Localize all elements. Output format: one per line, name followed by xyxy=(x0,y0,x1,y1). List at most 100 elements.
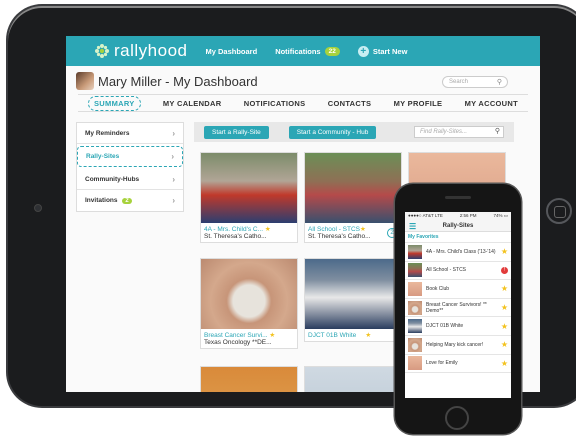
list-item[interactable]: Breast Cancer Survivors! ** Demo** ★ xyxy=(405,299,511,318)
chevron-right-icon: › xyxy=(171,152,174,161)
tab-my-calendar[interactable]: MY CALENDAR xyxy=(163,99,222,108)
tab-notifications[interactable]: NOTIFICATIONS xyxy=(244,99,306,108)
rally-site-photo xyxy=(305,367,401,392)
rally-site-thumbnail xyxy=(408,319,422,334)
tab-contacts[interactable]: CONTACTS xyxy=(328,99,372,108)
rally-site-card[interactable]: All School - STCS★ St. Theresa's Catho..… xyxy=(304,152,402,243)
rally-site-thumbnail xyxy=(408,356,422,371)
avatar[interactable] xyxy=(76,72,94,90)
list-item-label: Breast Cancer Survivors! ** Demo** xyxy=(426,301,487,314)
rally-site-photo xyxy=(201,153,297,223)
list-item-label: Book Club xyxy=(426,285,450,292)
list-item[interactable]: All School - STCS ! xyxy=(405,262,511,281)
alert-badge-icon[interactable]: ! xyxy=(501,266,508,274)
sidebar-item-label: Community-Hubs xyxy=(85,175,140,183)
logo-flower-icon xyxy=(95,44,109,58)
sidebar-item-my-reminders[interactable]: My Reminders › xyxy=(77,123,183,144)
sidebar-item-invitations[interactable]: Invitations 2 › xyxy=(77,190,183,211)
carrier-label: ●●●●○ AT&T LTE xyxy=(408,213,443,218)
favorite-star-icon[interactable]: ★ xyxy=(269,332,275,339)
favorite-star-icon[interactable]: ★ xyxy=(501,340,508,349)
start-community-hub-button[interactable]: Start a Community - Hub xyxy=(288,125,377,139)
favorite-star-icon[interactable]: ★ xyxy=(501,303,508,312)
top-navigation-bar: rallyhood My Dashboard Notifications 22 … xyxy=(66,36,540,66)
start-new-label: Start New xyxy=(372,46,408,56)
list-item[interactable]: Helping Mary kick cancer! ★ xyxy=(405,336,511,355)
chevron-right-icon: › xyxy=(172,128,175,138)
my-dashboard-link[interactable]: My Dashboard xyxy=(206,47,258,56)
favorite-star-icon[interactable]: ★ xyxy=(265,226,271,233)
rally-site-card[interactable]: DJCT 01B White ★ xyxy=(304,258,402,342)
phone-home-button xyxy=(445,406,469,430)
dashboard-tabs: SUMMARY MY CALENDAR NOTIFICATIONS CONTAC… xyxy=(78,94,528,112)
list-item[interactable]: Book Club ★ xyxy=(405,280,511,299)
logo-wordmark: rallyhood xyxy=(114,41,188,60)
rally-site-photo xyxy=(305,259,401,329)
rallyhood-logo[interactable]: rallyhood xyxy=(94,41,188,61)
tab-summary[interactable]: SUMMARY xyxy=(88,95,141,111)
favorite-star-icon[interactable]: ★ xyxy=(501,284,508,293)
hamburger-menu-icon[interactable]: ☰ xyxy=(409,222,416,231)
phone-device: ●●●●○ AT&T LTE 2:56 PM 74% ▭ ☰ Rally-Sit… xyxy=(395,184,521,434)
rally-site-card[interactable]: 4A - Mrs. Child's C... ★ St. Theresa's C… xyxy=(200,152,298,243)
list-item[interactable]: 4A - Mrs. Child's Class ('13-'14) ★ xyxy=(405,243,511,262)
rally-site-thumbnail xyxy=(408,300,422,315)
rally-site-thumbnail xyxy=(408,244,422,259)
favorite-star-icon[interactable]: ★ xyxy=(365,332,371,339)
card-subtitle: St. Theresa's Catho... xyxy=(204,233,267,240)
chevron-right-icon: › xyxy=(172,196,175,205)
search-icon[interactable]: ⚲ xyxy=(495,127,500,135)
tablet-home-button xyxy=(546,198,572,224)
sidebar-item-rally-sites[interactable]: Rally-Sites › xyxy=(77,146,183,167)
rally-site-card[interactable] xyxy=(304,366,402,392)
favorite-star-icon[interactable]: ★ xyxy=(501,247,508,256)
favorites-section-header: My Favorites xyxy=(405,232,511,243)
notifications-count-badge: 22 xyxy=(324,46,340,56)
card-title: Breast Cancer Survi... ★ xyxy=(204,332,276,339)
invitations-label: Invitations xyxy=(85,197,118,204)
sidebar-item-label: My Reminders xyxy=(85,129,130,137)
card-title: 4A - Mrs. Child's C... ★ xyxy=(204,226,271,233)
favorite-star-icon[interactable]: ★ xyxy=(501,322,508,331)
invitations-count-badge: 2 xyxy=(122,198,132,204)
search-placeholder: Search xyxy=(449,79,469,85)
list-item-label: Love for Emily xyxy=(426,360,458,367)
find-rally-sites-input[interactable]: Find Rally-Sites... ⚲ xyxy=(414,126,504,138)
sidebar: My Reminders › Rally-Sites › Community-H… xyxy=(76,122,184,212)
list-item-label: DJCT 01B White xyxy=(426,323,464,330)
phone-page-title: Rally-Sites xyxy=(442,222,474,229)
list-item[interactable]: DJCT 01B White ★ xyxy=(405,317,511,336)
page-title: Mary Miller - My Dashboard xyxy=(98,74,258,89)
tablet-camera xyxy=(34,204,42,212)
list-item-label: All School - STCS xyxy=(426,267,467,274)
phone-screen: ●●●●○ AT&T LTE 2:56 PM 74% ▭ ☰ Rally-Sit… xyxy=(405,212,511,398)
phone-app-header: ☰ Rally-Sites xyxy=(405,220,511,232)
notifications-link[interactable]: Notifications 22 xyxy=(275,46,340,56)
battery-label: 74% ▭ xyxy=(493,213,508,218)
rally-site-photo xyxy=(201,367,297,392)
list-item-label: Helping Mary kick cancer! xyxy=(426,341,484,348)
phone-speaker xyxy=(445,196,471,199)
favorite-star-icon[interactable]: ★ xyxy=(360,226,366,233)
phone-status-bar: ●●●●○ AT&T LTE 2:56 PM 74% ▭ xyxy=(405,212,511,220)
search-input[interactable]: Search ⚲ xyxy=(442,76,508,88)
card-subtitle xyxy=(305,339,401,341)
start-rally-site-button[interactable]: Start a Rally-Site xyxy=(204,125,269,139)
list-item-label: 4A - Mrs. Child's Class ('13-'14) xyxy=(426,248,496,255)
rally-site-card[interactable] xyxy=(200,366,298,392)
start-new-button[interactable]: + Start New xyxy=(357,45,408,57)
list-item[interactable]: Love for Emily ★ xyxy=(405,355,511,374)
sidebar-item-community-hubs[interactable]: Community-Hubs › xyxy=(77,169,183,190)
tab-my-account[interactable]: MY ACCOUNT xyxy=(465,99,518,108)
find-placeholder: Find Rally-Sites... xyxy=(420,129,468,135)
rally-site-thumbnail xyxy=(408,263,422,278)
rally-site-thumbnail xyxy=(408,281,422,296)
dashboard-header: Mary Miller - My Dashboard Search ⚲ xyxy=(66,66,540,94)
rally-site-card[interactable]: Breast Cancer Survi... ★ Texas Oncology … xyxy=(200,258,298,349)
tab-my-profile[interactable]: MY PROFILE xyxy=(394,99,443,108)
plus-icon: + xyxy=(357,45,369,57)
rally-site-thumbnail xyxy=(408,337,422,352)
search-icon[interactable]: ⚲ xyxy=(497,78,502,86)
product-mockup: rallyhood My Dashboard Notifications 22 … xyxy=(0,0,576,442)
favorite-star-icon[interactable]: ★ xyxy=(501,359,508,368)
